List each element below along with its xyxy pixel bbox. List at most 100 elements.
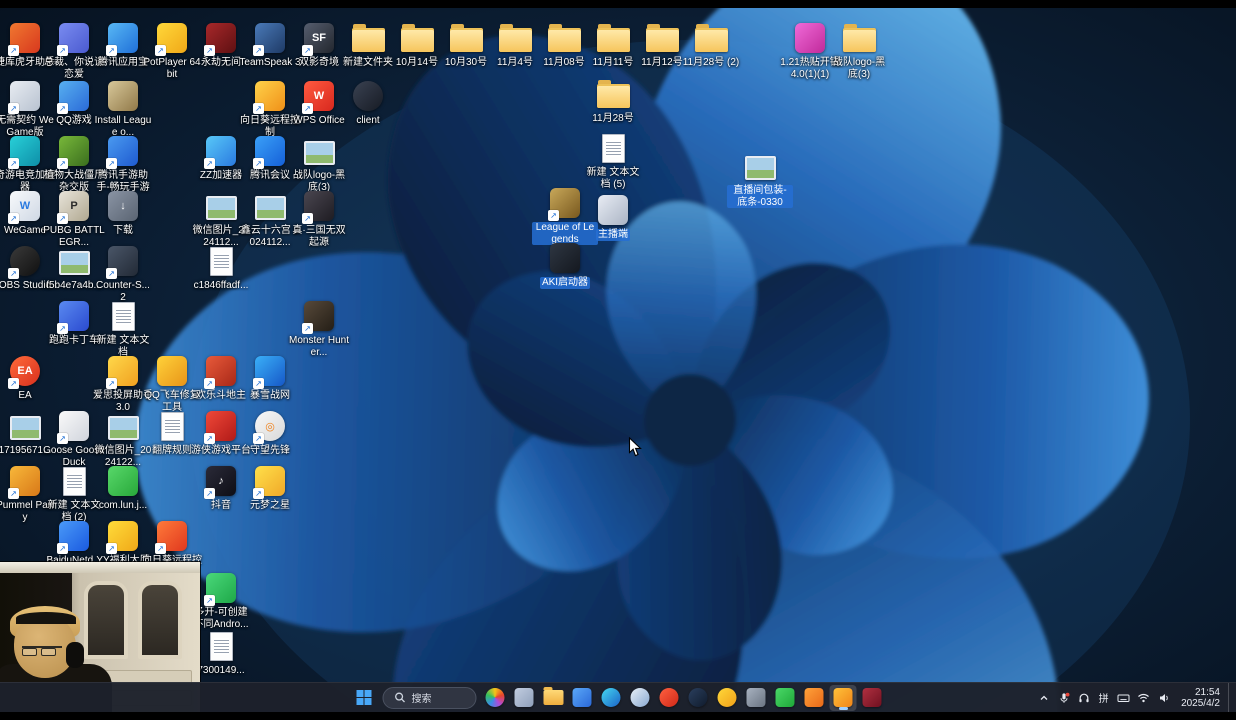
- letterbox-top: [0, 0, 1236, 8]
- shortcut-arrow-icon: ↗: [204, 45, 215, 56]
- app-icon: [154, 353, 190, 389]
- icon-label: com.lun.j...: [97, 500, 149, 512]
- desktop-icon[interactable]: Install League o...: [89, 78, 157, 138]
- taskbar-app-red-app[interactable]: [859, 685, 886, 711]
- taskbar-app-steam[interactable]: [685, 685, 712, 711]
- ime-indicator[interactable]: 拼: [1094, 686, 1113, 710]
- show-desktop-button[interactable]: [1228, 683, 1233, 712]
- app-icon: ↗: [7, 78, 43, 114]
- doc-icon: [203, 243, 239, 279]
- desktop-icon[interactable]: ↗腾讯手游助手-畅玩手游: [89, 133, 157, 193]
- glasses-icon: [22, 646, 62, 656]
- headset-icon[interactable]: [1074, 686, 1093, 710]
- desktop-icon[interactable]: 直播间包装-底条-0330: [726, 148, 794, 208]
- desktop-icon[interactable]: ◎↗守望先锋: [236, 408, 304, 457]
- taskbar-app-wps[interactable]: [656, 685, 683, 711]
- taskbar-app-widgets[interactable]: [482, 685, 509, 711]
- shortcut-arrow-icon: ↗: [302, 45, 313, 56]
- desktop-icon[interactable]: ↗Monster Hunter...: [285, 298, 353, 358]
- letterbox-bottom: [0, 712, 1236, 720]
- app-icon: P↗: [56, 188, 92, 224]
- folder-icon: [546, 20, 582, 56]
- app-icon: ↗: [301, 188, 337, 224]
- shortcut-arrow-icon: ↗: [155, 543, 166, 554]
- app-icon: ↗: [56, 133, 92, 169]
- taskbar-app-task-view[interactable]: [511, 685, 538, 711]
- desktop-icon[interactable]: 11月28号 (2): [677, 20, 745, 69]
- image-icon: [252, 188, 288, 224]
- taskbar-app-green-app[interactable]: [772, 685, 799, 711]
- shortcut-arrow-icon: ↗: [57, 543, 68, 554]
- shortcut-arrow-icon: ↗: [204, 488, 215, 499]
- taskbar-app-game-controller[interactable]: [743, 685, 770, 711]
- desktop-icon[interactable]: 新建 文本文档 (5): [579, 130, 647, 190]
- touch-keyboard-icon[interactable]: [1114, 686, 1133, 710]
- desktop-icon[interactable]: 战队logo-黑底(3): [825, 20, 893, 80]
- shortcut-arrow-icon: ↗: [253, 488, 264, 499]
- folder-icon: [693, 20, 729, 56]
- app-icon: ↗: [105, 243, 141, 279]
- taskbar-app-file-explorer[interactable]: [540, 685, 567, 711]
- app-icon: ↗: [203, 20, 239, 56]
- app-icon: ↗: [7, 463, 43, 499]
- app-icon: ↗: [56, 408, 92, 444]
- taskbar-app-browser[interactable]: [627, 685, 654, 711]
- taskbar-app-orange-app[interactable]: [801, 685, 828, 711]
- green-app-icon: [776, 688, 795, 707]
- app-icon: ↗: [7, 243, 43, 279]
- icon-label: 7300149...: [195, 665, 246, 677]
- image-icon: [742, 148, 778, 184]
- webcam-ceiling-light: [0, 562, 200, 573]
- shortcut-arrow-icon: ↗: [253, 378, 264, 389]
- desktop-icon[interactable]: client: [334, 78, 402, 127]
- folder-icon: [497, 20, 533, 56]
- shortcut-arrow-icon: ↗: [204, 595, 215, 606]
- headphones-earcup-icon: [66, 642, 84, 668]
- icon-label: 元梦之星: [248, 500, 292, 512]
- desktop-icon[interactable]: 主播端: [579, 192, 647, 241]
- shortcut-arrow-icon: ↗: [8, 268, 19, 279]
- shortcut-arrow-icon: ↗: [106, 45, 117, 56]
- desktop-icon[interactable]: 战队logo-黑底(3): [285, 133, 353, 193]
- desktop-icon[interactable]: ↗真·三国无双 起源: [285, 188, 353, 248]
- huya-icon: [718, 688, 737, 707]
- mic-icon[interactable]: [1054, 686, 1073, 710]
- desktop-icon[interactable]: ↗元梦之星: [236, 463, 304, 512]
- desktop-icon[interactable]: ↗暴雪战网: [236, 353, 304, 402]
- system-tray: 拼 21:54 2025/4/: [1034, 683, 1236, 712]
- app-icon: ↗: [105, 133, 141, 169]
- taskbar-clock[interactable]: 21:54 2025/4/2: [1174, 687, 1227, 709]
- network-icon[interactable]: [1134, 686, 1153, 710]
- tray-time: 21:54: [1181, 687, 1220, 698]
- widgets-icon: [486, 688, 505, 707]
- tray-chevron-up-icon[interactable]: [1034, 686, 1053, 710]
- taskbar-app-potplayer[interactable]: [830, 685, 857, 711]
- icon-label: AKI启动器: [540, 277, 590, 289]
- app-icon: ↗: [7, 133, 43, 169]
- taskbar-app-huya[interactable]: [714, 685, 741, 711]
- app-icon: ↓: [105, 188, 141, 224]
- icon-label: 11月4号: [495, 57, 535, 69]
- taskbar-app-edge[interactable]: [598, 685, 625, 711]
- taskbar-app-store[interactable]: [569, 685, 596, 711]
- folder-icon: [543, 690, 563, 705]
- app-icon: EA↗: [7, 353, 43, 389]
- volume-icon[interactable]: [1154, 686, 1173, 710]
- desktop-icon[interactable]: 新建 文本文档: [89, 298, 157, 358]
- desktop-icon[interactable]: EA↗EA: [0, 353, 59, 402]
- icon-label: QQ游戏: [54, 115, 94, 127]
- app-icon: ↗: [203, 133, 239, 169]
- desktop-icon[interactable]: ↗Counter-S... 2: [89, 243, 157, 303]
- app-icon: ↗: [105, 20, 141, 56]
- app-icon: ↗: [7, 20, 43, 56]
- desktop-icon[interactable]: 11月28号: [579, 76, 647, 125]
- desktop-icon[interactable]: ↓下载: [89, 188, 157, 237]
- taskbar-search[interactable]: 搜索: [383, 687, 477, 709]
- icon-label: c1846ffadf...: [192, 280, 251, 292]
- desktop-icon[interactable]: c1846ffadf...: [187, 243, 255, 292]
- start-button[interactable]: [351, 685, 378, 710]
- app-icon: ↗: [203, 570, 239, 606]
- desktop-icon[interactable]: com.lun.j...: [89, 463, 157, 512]
- shortcut-arrow-icon: ↗: [8, 103, 19, 114]
- desktop-icon[interactable]: AKI启动器: [531, 240, 599, 289]
